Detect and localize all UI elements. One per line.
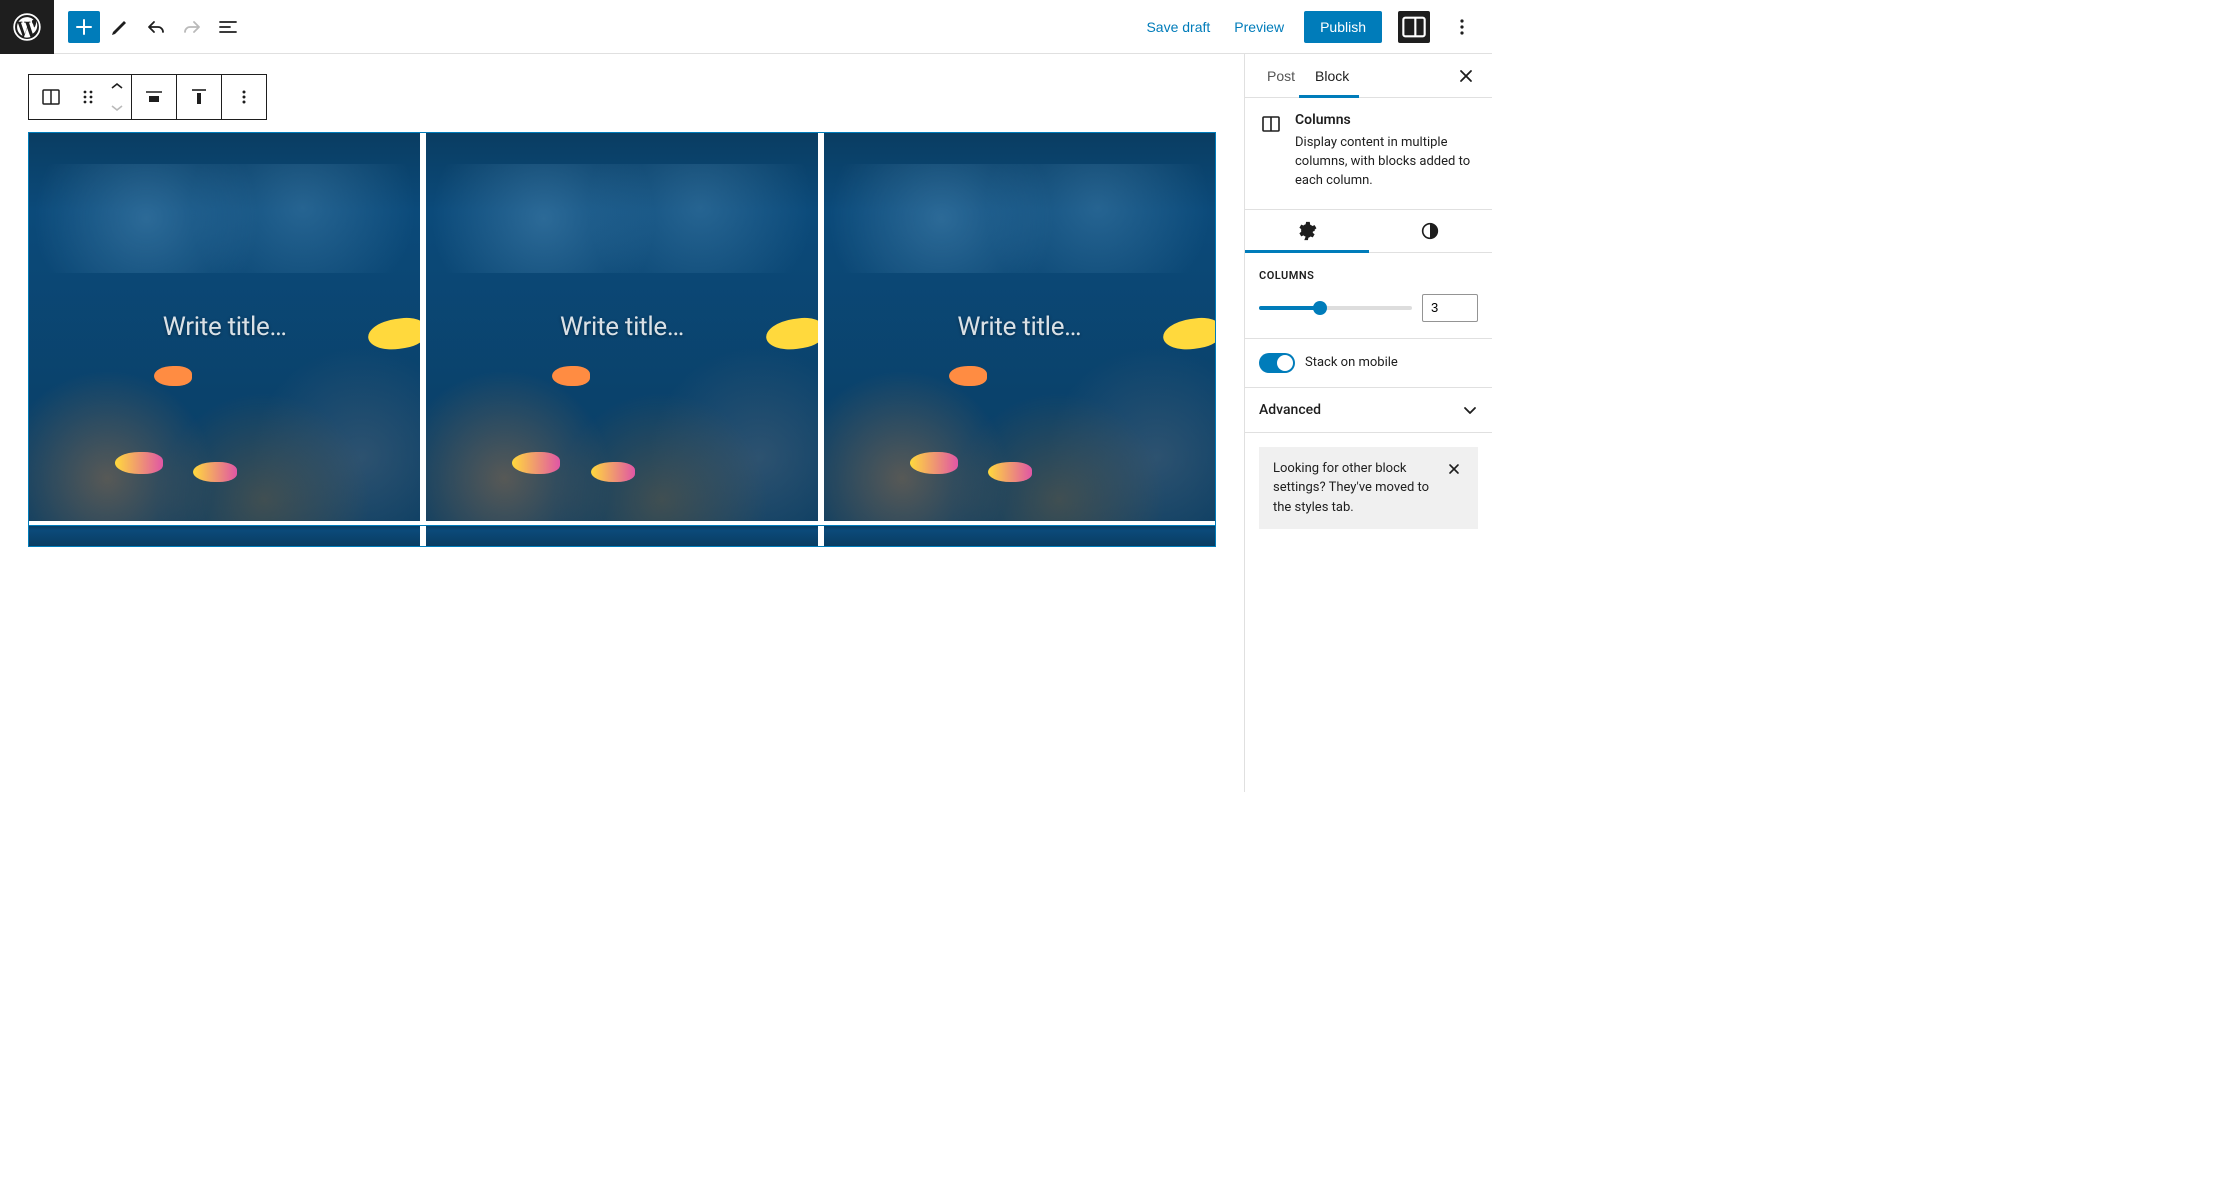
sidebar-close-button[interactable] bbox=[1452, 62, 1480, 90]
drag-icon bbox=[76, 85, 100, 109]
settings-subtab[interactable] bbox=[1245, 210, 1369, 252]
column-1[interactable]: Write title… bbox=[29, 133, 420, 521]
advanced-title: Advanced bbox=[1259, 402, 1321, 418]
advanced-panel[interactable]: Advanced bbox=[1245, 388, 1492, 433]
move-down-button[interactable] bbox=[103, 97, 131, 119]
block-card-description: Display content in multiple columns, wit… bbox=[1295, 134, 1478, 191]
toolbar-left bbox=[54, 11, 244, 43]
block-toolbar bbox=[28, 74, 267, 120]
edit-mode-button[interactable] bbox=[104, 11, 136, 43]
publish-button[interactable]: Publish bbox=[1304, 11, 1382, 43]
drag-handle[interactable] bbox=[73, 75, 103, 119]
block-type-button[interactable] bbox=[29, 75, 73, 119]
column-row2-3[interactable] bbox=[824, 526, 1215, 546]
sidebar-icon bbox=[1398, 11, 1430, 43]
tip-dismiss-button[interactable] bbox=[1444, 459, 1464, 479]
valign-top-icon bbox=[187, 85, 211, 109]
chevron-down-icon bbox=[1462, 402, 1478, 418]
list-view-icon bbox=[216, 15, 240, 39]
pencil-icon bbox=[108, 15, 132, 39]
inspector-subtabs bbox=[1245, 209, 1492, 253]
toggle-knob bbox=[1277, 355, 1293, 371]
tab-post[interactable]: Post bbox=[1257, 54, 1305, 98]
stack-on-mobile-row: Stack on mobile bbox=[1245, 339, 1492, 388]
align-icon bbox=[142, 85, 166, 109]
undo-button[interactable] bbox=[140, 11, 172, 43]
sidebar-tabs: Post Block bbox=[1245, 54, 1492, 98]
block-card-title: Columns bbox=[1295, 112, 1478, 128]
more-options-button[interactable] bbox=[1446, 11, 1478, 43]
columns-label: Columns bbox=[1259, 269, 1478, 282]
columns-block[interactable]: Write title… Write title… Write title… bbox=[28, 132, 1216, 547]
tab-active-indicator bbox=[1299, 95, 1359, 98]
tab-block[interactable]: Block bbox=[1305, 54, 1359, 98]
gear-icon bbox=[1296, 220, 1318, 242]
undo-icon bbox=[144, 15, 168, 39]
save-draft-button[interactable]: Save draft bbox=[1142, 11, 1214, 43]
chevron-down-icon bbox=[111, 104, 123, 112]
plus-icon bbox=[72, 15, 96, 39]
align-button[interactable] bbox=[132, 75, 176, 119]
document-outline-button[interactable] bbox=[212, 11, 244, 43]
add-block-button[interactable] bbox=[68, 11, 100, 43]
column-2[interactable]: Write title… bbox=[426, 133, 817, 521]
stack-on-mobile-label: Stack on mobile bbox=[1305, 355, 1398, 370]
redo-button[interactable] bbox=[176, 11, 208, 43]
settings-sidebar-toggle[interactable] bbox=[1398, 11, 1430, 43]
columns-icon bbox=[39, 85, 63, 109]
column-3[interactable]: Write title… bbox=[824, 133, 1215, 521]
tip-text: Looking for other block settings? They'v… bbox=[1273, 459, 1434, 518]
editor-canvas[interactable]: Write title… Write title… Write title… bbox=[0, 54, 1244, 792]
redo-icon bbox=[180, 15, 204, 39]
wordpress-logo[interactable] bbox=[0, 0, 54, 54]
stack-on-mobile-toggle[interactable] bbox=[1259, 353, 1295, 373]
more-vertical-icon bbox=[232, 85, 256, 109]
close-icon bbox=[1457, 67, 1475, 85]
vertical-align-button[interactable] bbox=[177, 75, 221, 119]
chevron-up-icon bbox=[111, 82, 123, 90]
move-up-button[interactable] bbox=[103, 75, 131, 97]
block-card: Columns Display content in multiple colu… bbox=[1245, 98, 1492, 209]
columns-count-panel: Columns bbox=[1245, 253, 1492, 339]
styles-tip: Looking for other block settings? They'v… bbox=[1259, 447, 1478, 530]
block-more-options[interactable] bbox=[222, 75, 266, 119]
more-vertical-icon bbox=[1450, 15, 1474, 39]
close-icon bbox=[1447, 462, 1461, 476]
column-row2-2[interactable] bbox=[426, 526, 817, 546]
slider-thumb[interactable] bbox=[1313, 301, 1327, 315]
column-row2-1[interactable] bbox=[29, 526, 420, 546]
toolbar-right: Save draft Preview Publish bbox=[1142, 11, 1492, 43]
preview-button[interactable]: Preview bbox=[1230, 11, 1288, 43]
settings-sidebar: Post Block Columns Display content in mu… bbox=[1244, 54, 1492, 792]
styles-subtab[interactable] bbox=[1369, 210, 1493, 252]
wordpress-icon bbox=[13, 13, 41, 41]
columns-number-input[interactable] bbox=[1422, 294, 1478, 322]
columns-slider[interactable] bbox=[1259, 306, 1412, 310]
editor-topbar: Save draft Preview Publish bbox=[0, 0, 1492, 54]
contrast-icon bbox=[1419, 220, 1441, 242]
slider-fill bbox=[1259, 306, 1320, 310]
columns-icon bbox=[1259, 112, 1283, 136]
block-movers bbox=[103, 75, 131, 119]
